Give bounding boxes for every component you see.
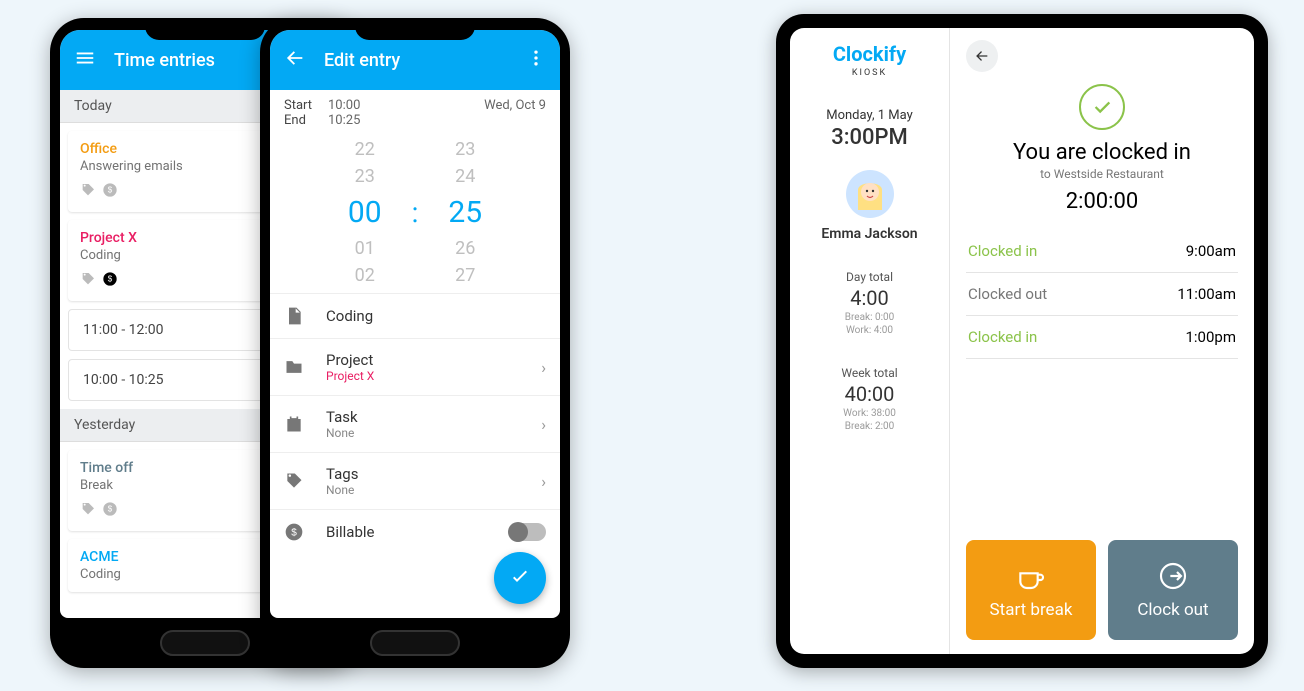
kiosk-sidebar: Clockify KIOSK Monday, 1 May 3:00PM Emma…	[790, 28, 950, 654]
brand-sub: KIOSK	[796, 68, 943, 78]
task-value: None	[326, 426, 519, 440]
exit-icon	[1157, 560, 1189, 592]
start-break-button[interactable]: Start break	[966, 540, 1096, 640]
tag-icon	[80, 271, 96, 291]
tag-icon	[284, 471, 304, 491]
back-arrow-icon[interactable]	[284, 47, 306, 74]
history-label: Clocked in	[968, 328, 1037, 346]
week-work: Work: 38:00	[796, 408, 943, 419]
week-break: Break: 2:00	[796, 421, 943, 432]
billable-label: Billable	[326, 523, 488, 541]
entry-date: Wed, Oct 9	[484, 98, 546, 113]
history-label: Clocked in	[968, 242, 1037, 260]
history-row: Clocked in 9:00am	[966, 230, 1238, 273]
clipboard-icon	[284, 414, 304, 434]
history-time: 1:00pm	[1185, 328, 1236, 346]
description-row[interactable]: Coding	[270, 293, 560, 338]
brand-logo: Clockify	[796, 42, 943, 66]
task-row[interactable]: Task None ›	[270, 395, 560, 452]
phone-notch	[355, 18, 475, 40]
back-arrow-icon	[974, 48, 990, 64]
menu-icon[interactable]	[74, 47, 96, 74]
elapsed-time: 2:00:00	[966, 189, 1238, 214]
dollar-icon: $	[284, 522, 304, 542]
start-break-label: Start break	[990, 600, 1073, 620]
clock-out-button[interactable]: Clock out	[1108, 540, 1238, 640]
more-icon[interactable]	[526, 48, 546, 73]
svg-text:$: $	[108, 505, 113, 514]
history-time: 11:00am	[1177, 285, 1236, 303]
week-total-value: 40:00	[796, 382, 943, 406]
end-value: 10:25	[328, 113, 360, 128]
confirm-fab[interactable]	[494, 552, 546, 604]
appbar-title: Edit entry	[324, 50, 508, 71]
user-name: Emma Jackson	[796, 226, 943, 242]
folder-icon	[284, 357, 304, 377]
phone-notch	[145, 18, 265, 40]
day-work: Work: 4:00	[796, 325, 943, 336]
week-total-label: Week total	[796, 366, 943, 380]
end-label: End	[284, 113, 328, 128]
chevron-right-icon: ›	[541, 358, 546, 377]
back-button[interactable]	[966, 40, 998, 72]
project-row[interactable]: Project Project X ›	[270, 338, 560, 395]
home-button[interactable]	[160, 630, 250, 656]
hour-column[interactable]: 22 23 00 01 02	[348, 136, 382, 289]
svg-text:$: $	[108, 186, 113, 195]
tablet-kiosk: Clockify KIOSK Monday, 1 May 3:00PM Emma…	[776, 14, 1268, 668]
selected-hour: 00	[348, 190, 382, 235]
tag-icon	[80, 501, 96, 521]
duration-picker[interactable]: 22 23 00 01 02 : 23 24 25 26 27	[270, 132, 560, 293]
day-total-value: 4:00	[796, 286, 943, 310]
edit-entry-screen: Edit entry Wed, Oct 9 Start 10:00 End 10…	[270, 30, 560, 618]
project-label: Project	[326, 351, 519, 369]
kiosk-screen: Clockify KIOSK Monday, 1 May 3:00PM Emma…	[790, 28, 1254, 654]
description-value: Coding	[326, 307, 546, 325]
day-break: Break: 0:00	[796, 312, 943, 323]
svg-text:$: $	[291, 527, 297, 538]
start-label: Start	[284, 98, 328, 113]
minute-column[interactable]: 23 24 25 26 27	[448, 136, 482, 289]
project-value: Project X	[326, 369, 519, 383]
billable-toggle[interactable]	[510, 523, 546, 541]
tags-row[interactable]: Tags None ›	[270, 452, 560, 509]
coffee-icon	[1015, 560, 1047, 592]
status-check-icon	[1079, 84, 1125, 130]
tags-value: None	[326, 483, 519, 497]
selected-minute: 25	[448, 190, 482, 235]
start-value: 10:00	[328, 98, 360, 113]
tag-icon	[80, 182, 96, 202]
home-button[interactable]	[370, 630, 460, 656]
status-heading: You are clocked in	[966, 140, 1238, 165]
history-label: Clocked out	[968, 285, 1047, 303]
billable-icon: $	[102, 182, 118, 202]
history-row: Clocked in 1:00pm	[966, 316, 1238, 359]
task-label: Task	[326, 408, 519, 426]
day-total-label: Day total	[796, 270, 943, 284]
user-avatar	[846, 170, 894, 218]
check-icon	[508, 566, 532, 590]
clock-history: Clocked in 9:00am Clocked out 11:00am Cl…	[966, 230, 1238, 359]
clock-out-label: Clock out	[1137, 600, 1208, 620]
chevron-right-icon: ›	[541, 415, 546, 434]
billable-icon: $	[102, 271, 118, 291]
billable-row[interactable]: $ Billable	[270, 509, 560, 554]
time-meta: Wed, Oct 9 Start 10:00 End 10:25	[270, 90, 560, 132]
status-subheading: to Westside Restaurant	[966, 167, 1238, 181]
time-colon: :	[412, 196, 419, 229]
kiosk-date: Monday, 1 May	[796, 108, 943, 123]
svg-text:$: $	[108, 275, 113, 284]
history-row: Clocked out 11:00am	[966, 273, 1238, 316]
billable-icon: $	[102, 501, 118, 521]
chevron-right-icon: ›	[541, 472, 546, 491]
kiosk-main: You are clocked in to Westside Restauran…	[950, 28, 1254, 654]
document-icon	[284, 306, 304, 326]
kiosk-time: 3:00PM	[796, 125, 943, 150]
phone-edit-entry: Edit entry Wed, Oct 9 Start 10:00 End 10…	[260, 18, 570, 668]
history-time: 9:00am	[1186, 242, 1236, 260]
tags-label: Tags	[326, 465, 519, 483]
